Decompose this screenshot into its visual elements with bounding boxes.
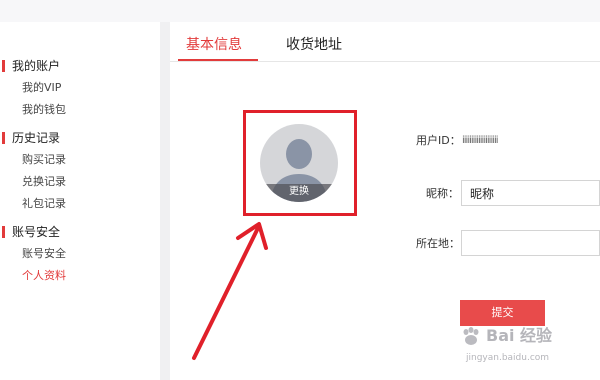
watermark-url: jingyan.baidu.com [466, 353, 550, 363]
annotation-arrow-icon [192, 222, 268, 360]
baidu-paw-icon [463, 327, 479, 345]
watermark-text: Bai 经验 [486, 326, 553, 345]
